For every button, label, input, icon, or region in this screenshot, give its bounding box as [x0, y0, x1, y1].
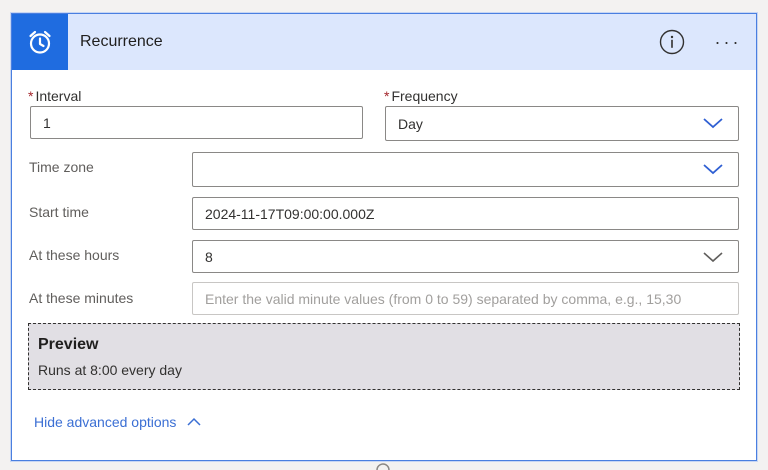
chevron-down-icon — [703, 118, 723, 129]
preview-box: Preview Runs at 8:00 every day — [28, 323, 740, 390]
alarm-clock-icon — [12, 14, 68, 70]
chevron-down-icon — [703, 164, 723, 175]
info-icon[interactable] — [658, 28, 686, 56]
minutes-label: At these minutes — [29, 290, 134, 306]
frequency-select[interactable]: Day — [385, 106, 739, 141]
hours-value: 8 — [205, 248, 213, 265]
hide-advanced-options-link[interactable]: Hide advanced options — [34, 414, 202, 430]
hours-label: At these hours — [29, 247, 120, 263]
start-time-value: 2024-11-17T09:00:00.000Z — [205, 205, 375, 222]
time-zone-select[interactable] — [192, 152, 739, 187]
frequency-label-text: Frequency — [391, 88, 458, 104]
interval-input[interactable]: 1 — [30, 106, 363, 139]
interval-label-text: Interval — [35, 88, 82, 104]
more-icon[interactable]: ··· — [712, 28, 744, 56]
card-title: Recurrence — [80, 33, 163, 50]
connector-icon — [376, 463, 390, 470]
minutes-placeholder: Enter the valid minute values (from 0 to… — [205, 290, 682, 307]
chevron-down-icon — [703, 252, 723, 263]
interval-value: 1 — [43, 114, 51, 131]
time-zone-label: Time zone — [29, 159, 94, 175]
interval-label: * Interval — [28, 88, 81, 104]
hours-select[interactable]: 8 — [192, 240, 739, 273]
minutes-input[interactable]: Enter the valid minute values (from 0 to… — [192, 282, 739, 315]
preview-title: Preview — [38, 336, 99, 353]
required-mark: * — [384, 88, 390, 104]
recurrence-card: Recurrence ··· * Interval 1 * Frequency Da… — [11, 13, 757, 461]
frequency-value: Day — [398, 115, 423, 132]
start-time-label: Start time — [29, 204, 89, 220]
frequency-label: * Frequency — [384, 88, 458, 104]
card-header[interactable]: Recurrence ··· — [12, 14, 756, 70]
chevron-up-icon — [187, 417, 201, 426]
required-mark: * — [28, 88, 34, 104]
advanced-label: Hide advanced options — [34, 414, 177, 430]
preview-text: Runs at 8:00 every day — [38, 362, 182, 378]
start-time-input[interactable]: 2024-11-17T09:00:00.000Z — [192, 197, 739, 230]
